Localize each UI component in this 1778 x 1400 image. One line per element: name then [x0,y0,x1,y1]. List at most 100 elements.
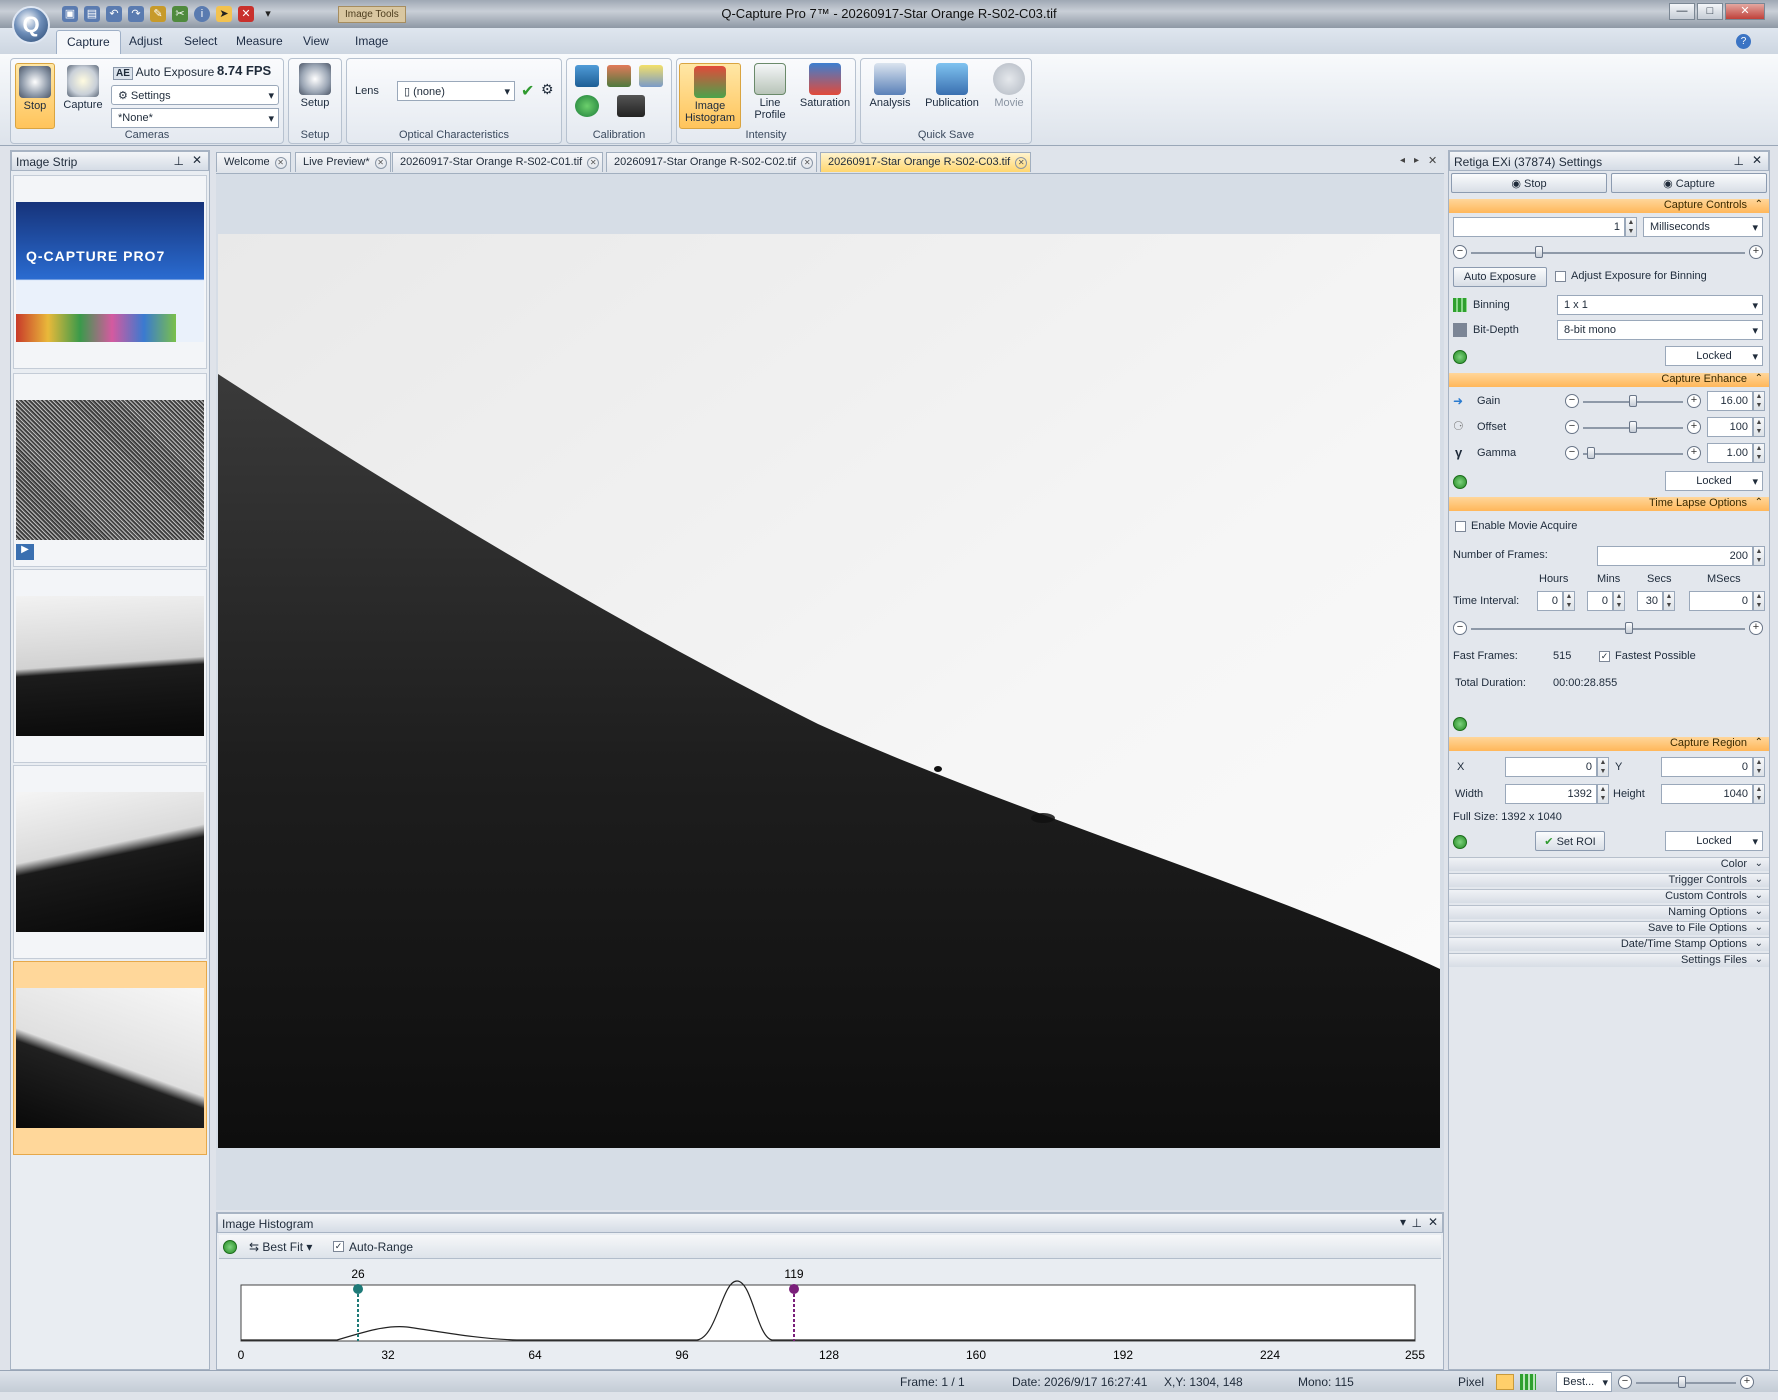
gamma-stepper[interactable]: ▲ ▼ [1753,443,1765,463]
number-of-frames-input[interactable]: 200 [1597,546,1753,566]
tab-c01[interactable]: 20260917-Star Orange R-S02-C01.tif ✕ [392,152,604,172]
close-tab-icon[interactable]: ✕ [274,157,287,169]
trigger-controls-section[interactable]: Trigger Controls ⌄ [1449,873,1769,887]
binning-dropdown[interactable]: 1 x 1 ▾ [1557,295,1763,315]
close-icon[interactable]: ✕ [1428,1215,1438,1229]
tab-measure[interactable]: Measure [236,34,283,48]
fastest-possible-checkbox[interactable]: ✓ [1599,651,1610,662]
refresh-icon[interactable] [223,1240,237,1254]
close-tab-icon[interactable]: ✕ [587,157,600,169]
lens-settings-icon[interactable]: ⚙ [541,81,554,98]
hours-stepper[interactable]: ▲ ▼ [1563,591,1575,611]
close-all-icon[interactable]: ✕ [1428,154,1437,167]
image-histogram-button[interactable]: Image Histogram [679,63,741,129]
offset-slider-thumb[interactable] [1629,421,1637,433]
undo-icon[interactable]: ↶ [106,6,122,22]
increase-icon[interactable]: + [1749,245,1763,259]
tab-select[interactable]: Select [184,34,217,48]
close-button[interactable]: ✕ [1725,3,1765,20]
auto-exposure-button[interactable]: Auto Exposure [1453,267,1547,287]
increase-icon[interactable]: + [1687,446,1701,460]
maximize-button[interactable]: □ [1697,3,1723,20]
frames-stepper[interactable]: ▲ ▼ [1753,546,1765,566]
line-profile-button[interactable]: Line Profile [747,63,793,121]
histogram-chart[interactable]: 26 119 0 32 64 96 128 160 192 224 255 [217,1261,1443,1367]
adjust-binning-checkbox[interactable] [1555,271,1566,282]
gamma-slider[interactable] [1583,453,1683,455]
capture-button[interactable]: Capture [63,63,103,129]
bit-depth-dropdown[interactable]: 8-bit mono ▾ [1557,320,1763,340]
exposure-input[interactable]: 1 [1453,217,1625,237]
decrease-icon[interactable]: − [1565,446,1579,460]
close-icon[interactable]: ✕ [192,153,202,167]
secs-input[interactable]: 30 [1637,591,1663,611]
roi-width-stepper[interactable]: ▲ ▼ [1597,784,1609,804]
calibrate-icon[interactable] [575,65,599,87]
close-tab-icon[interactable]: ✕ [801,157,814,169]
gain-input[interactable]: 16.00 [1707,391,1753,411]
preset-dropdown[interactable]: *None* ▾ [111,108,279,128]
decrease-icon[interactable]: − [1453,621,1467,635]
decrease-icon[interactable]: − [1453,245,1467,259]
dropdown-icon[interactable]: ✎ [150,6,166,22]
auto-range-checkbox[interactable]: ✓ [333,1241,344,1252]
publication-button[interactable]: Publication [919,63,985,109]
color-section[interactable]: Color ⌄ [1449,857,1769,871]
image-canvas[interactable] [218,234,1440,1148]
custom-controls-section[interactable]: Custom Controls ⌄ [1449,889,1769,903]
tab-view[interactable]: View [303,34,329,48]
zoom-in-icon[interactable]: + [1740,1375,1754,1389]
refresh-icon[interactable] [1453,475,1467,489]
movie-button[interactable]: Movie [989,63,1029,109]
camera-calib-icon[interactable] [617,95,645,117]
close-icon[interactable]: ✕ [1752,153,1762,167]
mins-input[interactable]: 0 [1587,591,1613,611]
stop-button[interactable]: Stop [15,63,55,129]
roi-height-input[interactable]: 1040 [1661,784,1753,804]
tab-live-preview[interactable]: Live Preview* ✕ [295,152,391,172]
interval-slider-thumb[interactable] [1625,622,1633,634]
tab-capture[interactable]: Capture [56,30,121,54]
tab-scroll-left-icon[interactable]: ◂ [1400,155,1405,166]
help-icon[interactable]: ? [1736,34,1751,49]
set-roi-button[interactable]: ✔ Set ROI [1535,831,1605,851]
roi-x-input[interactable]: 0 [1505,757,1597,777]
mins-stepper[interactable]: ▲ ▼ [1613,591,1625,611]
close-doc-icon[interactable]: ✕ [238,6,254,22]
list-item[interactable] [13,569,207,763]
settings-dropdown[interactable]: ⚙ Settings ▾ [111,85,279,105]
capture-region-section[interactable]: Capture Region ⌃ [1449,737,1769,751]
gamma-input[interactable]: 1.00 [1707,443,1753,463]
refresh-calibration-icon[interactable] [575,95,599,117]
info-icon[interactable]: i [194,6,210,22]
setup-button[interactable]: Setup [295,63,335,109]
list-item[interactable]: ▶ [13,373,207,567]
date-time-stamp-section[interactable]: Date/Time Stamp Options ⌄ [1449,937,1769,951]
roi-height-stepper[interactable]: ▲ ▼ [1753,784,1765,804]
save-to-file-section[interactable]: Save to File Options ⌄ [1449,921,1769,935]
decrease-icon[interactable]: − [1565,394,1579,408]
zoom-dropdown[interactable]: Best... ▾ [1556,1372,1612,1392]
tab-c02[interactable]: 20260917-Star Orange R-S02-C02.tif ✕ [606,152,818,172]
pin-icon[interactable]: ⊥ [174,154,184,168]
time-lapse-section[interactable]: Time Lapse Options ⌃ [1449,497,1769,511]
exposure-unit-dropdown[interactable]: Milliseconds ▾ [1643,217,1763,237]
increase-icon[interactable]: + [1687,394,1701,408]
locked-dropdown[interactable]: Locked ▾ [1665,346,1763,366]
offset-input[interactable]: 100 [1707,417,1753,437]
increase-icon[interactable]: + [1749,621,1763,635]
save-icon[interactable]: ▤ [84,6,100,22]
exposure-slider[interactable] [1471,252,1745,254]
roi-width-input[interactable]: 1392 [1505,784,1597,804]
locked-dropdown[interactable]: Locked ▾ [1665,831,1763,851]
hours-input[interactable]: 0 [1537,591,1563,611]
stop-button[interactable]: ◉ Stop [1451,173,1607,193]
new-window-icon[interactable]: ▣ [62,6,78,22]
capture-button[interactable]: ◉ Capture [1611,173,1767,193]
locked-dropdown[interactable]: Locked ▾ [1665,471,1763,491]
pin-icon[interactable]: ⊥ [1734,154,1744,168]
gamma-slider-thumb[interactable] [1587,447,1595,459]
increase-icon[interactable]: + [1687,420,1701,434]
msecs-stepper[interactable]: ▲ ▼ [1753,591,1765,611]
refresh-icon[interactable] [1453,717,1467,731]
